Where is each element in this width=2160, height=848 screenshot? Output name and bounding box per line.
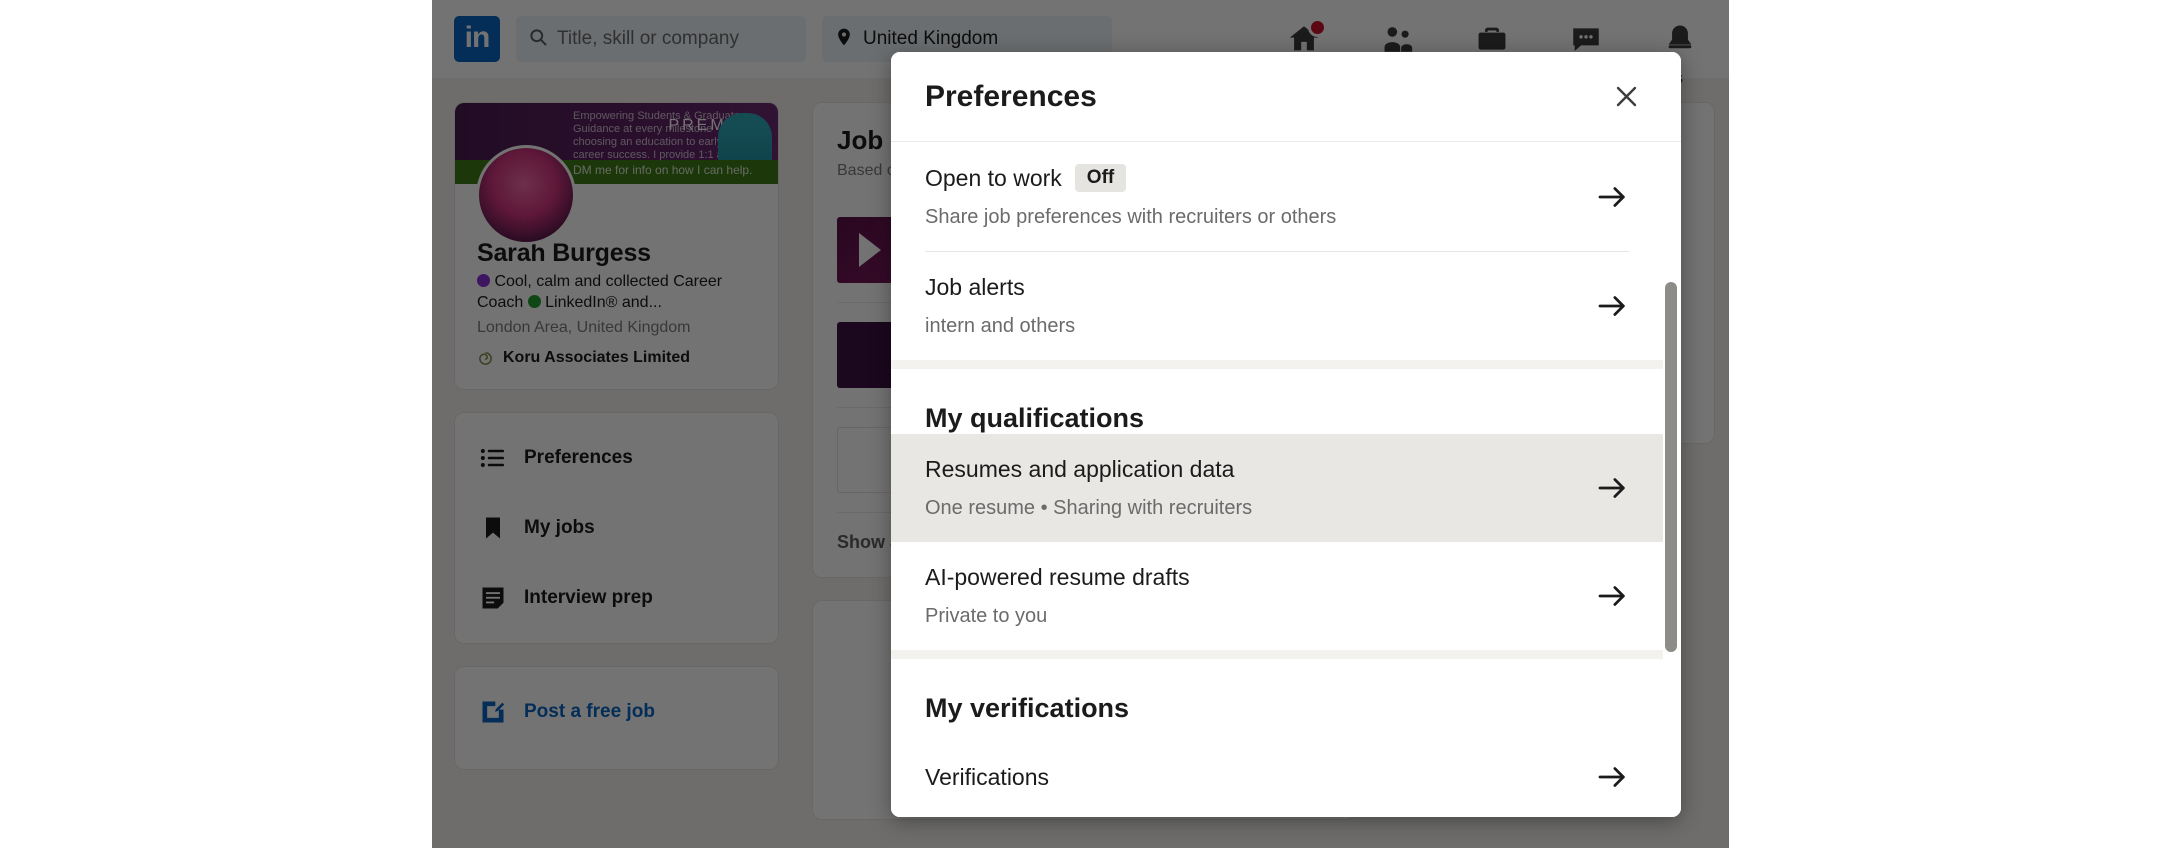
- modal-body: Open to work Off Share job preferences w…: [891, 142, 1681, 817]
- pref-row-job-alerts[interactable]: Job alerts intern and others: [891, 252, 1663, 360]
- status-badge: Off: [1075, 164, 1126, 192]
- modal-title: Preferences: [925, 80, 1097, 114]
- row-title-group: AI-powered resume drafts: [925, 564, 1595, 591]
- pref-row-open-to-work[interactable]: Open to work Off Share job preferences w…: [891, 142, 1663, 251]
- row-title-group: Verifications: [925, 764, 1595, 791]
- section-separator: [891, 650, 1663, 659]
- modal-scrollbar-thumb[interactable]: [1665, 282, 1677, 652]
- arrow-right-icon[interactable]: [1595, 579, 1629, 613]
- close-icon[interactable]: [1605, 76, 1647, 118]
- row-title: Job alerts: [925, 274, 1025, 301]
- modal-header: Preferences: [891, 52, 1681, 142]
- row-main: Open to work Off Share job preferences w…: [925, 164, 1595, 229]
- arrow-right-icon[interactable]: [1595, 760, 1629, 794]
- row-title: Open to work: [925, 165, 1062, 192]
- row-title: AI-powered resume drafts: [925, 564, 1190, 591]
- row-title: Verifications: [925, 764, 1049, 791]
- arrow-right-icon[interactable]: [1595, 180, 1629, 214]
- row-subtitle: intern and others: [925, 315, 1595, 338]
- arrow-right-icon[interactable]: [1595, 471, 1629, 505]
- row-main: AI-powered resume drafts Private to you: [925, 564, 1595, 628]
- row-title-group: Open to work Off: [925, 164, 1595, 192]
- row-subtitle: Private to you: [925, 605, 1595, 628]
- row-main: Resumes and application data One resume …: [925, 456, 1595, 520]
- row-title-group: Job alerts: [925, 274, 1595, 301]
- pref-row-resumes-and-application-data[interactable]: Resumes and application data One resume …: [891, 434, 1663, 542]
- modal-scroll-region: Open to work Off Share job preferences w…: [891, 142, 1681, 817]
- row-main: Verifications: [925, 764, 1595, 791]
- section-heading-my-verifications: My verifications: [891, 659, 1663, 724]
- row-title: Resumes and application data: [925, 456, 1234, 483]
- row-subtitle: One resume • Sharing with recruiters: [925, 497, 1595, 520]
- row-main: Job alerts intern and others: [925, 274, 1595, 338]
- pref-row-ai-powered-resume-drafts[interactable]: AI-powered resume drafts Private to you: [891, 542, 1663, 650]
- arrow-right-icon[interactable]: [1595, 289, 1629, 323]
- preferences-modal: Preferences Open to work Off Share job p…: [891, 52, 1681, 817]
- row-title-group: Resumes and application data: [925, 456, 1595, 483]
- section-heading-my-qualifications: My qualifications: [891, 369, 1663, 434]
- row-subtitle: Share job preferences with recruiters or…: [925, 206, 1595, 229]
- pref-row-verifications[interactable]: Verifications: [891, 724, 1663, 817]
- screen: in Title, skill or company United Kingdo…: [0, 0, 2160, 848]
- section-separator: [891, 360, 1663, 369]
